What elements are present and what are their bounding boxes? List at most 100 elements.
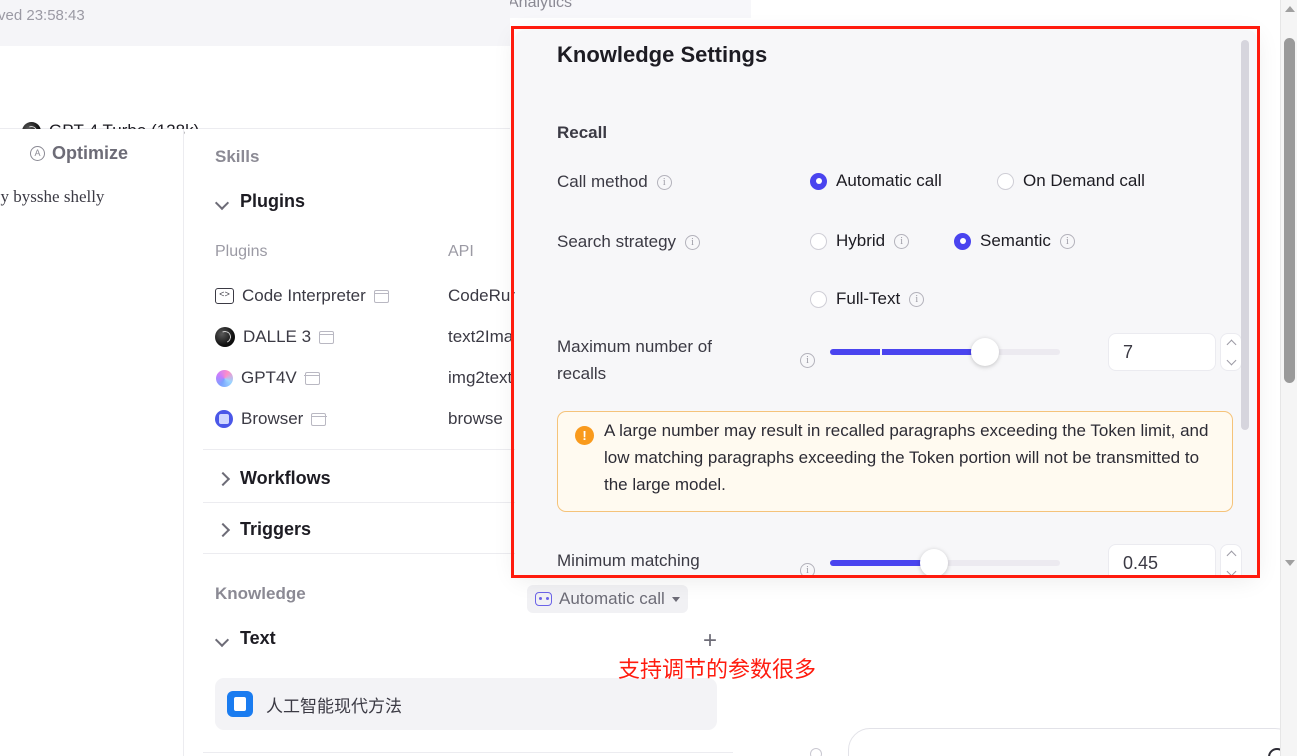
radio-full-text[interactable]: Full-Text i <box>810 289 925 309</box>
scroll-up-icon[interactable] <box>1281 0 1297 17</box>
group-plugins[interactable]: Plugins <box>216 191 305 212</box>
bot-icon <box>535 592 552 606</box>
info-icon[interactable]: i <box>685 234 701 250</box>
store-icon[interactable] <box>304 371 321 385</box>
radio-on-demand-call[interactable]: On Demand call <box>997 171 1145 191</box>
group-triggers[interactable]: Triggers <box>216 519 311 540</box>
chat-input-box[interactable] <box>848 728 1297 756</box>
store-icon[interactable] <box>311 412 327 426</box>
document-icon <box>227 691 253 717</box>
radio-label: Hybrid <box>836 231 886 250</box>
radio-indicator <box>954 232 971 250</box>
dalle-icon <box>215 327 235 347</box>
max-recalls-stepper[interactable] <box>1220 333 1242 371</box>
knowledge-item-label: 人工智能现代方法 <box>266 696 402 716</box>
plugin-api: img2text <box>448 368 513 387</box>
store-icon[interactable] <box>373 289 390 303</box>
attachment-icon[interactable] <box>810 748 822 756</box>
recall-section-label: Recall <box>557 123 608 142</box>
chevron-down-icon <box>216 195 229 208</box>
search-strategy-row-label: Search strategy i <box>557 232 701 252</box>
browser-icon <box>215 410 233 428</box>
dialog-scrollbar[interactable] <box>1241 40 1249 566</box>
group-plugins-label: Plugins <box>240 191 306 211</box>
max-recalls-label: Maximum number of recalls <box>557 337 712 383</box>
plugin-row-code-interpreter[interactable]: <> Code Interpreter <box>215 286 390 306</box>
min-matching-label: Minimum matching <box>557 551 700 570</box>
plugin-api: CodeRun <box>448 286 520 305</box>
model-bar: GPT-4 Turbo (128k) <box>0 46 510 141</box>
plugin-name: DALLE 3 <box>243 327 312 346</box>
chevron-right-icon <box>216 472 229 485</box>
skills-section-label: Skills <box>215 147 260 166</box>
info-icon[interactable]: i <box>894 233 910 249</box>
prompt-column: A Optimize cy bysshe shelly <box>0 129 184 756</box>
radio-label: Semantic <box>980 231 1051 250</box>
group-text-label: Text <box>240 628 276 648</box>
radio-semantic[interactable]: Semantic i <box>954 231 1075 251</box>
plugin-row-browser[interactable]: Browser <box>215 409 327 429</box>
chevron-down-icon <box>671 596 680 602</box>
plugin-api: text2Ima <box>448 327 514 346</box>
group-workflows[interactable]: Workflows <box>216 468 331 489</box>
plugin-row-dalle3[interactable]: DALLE 3 <box>215 327 335 347</box>
stepper-up-icon[interactable] <box>1227 550 1236 559</box>
min-matching-slider-fill <box>830 560 934 566</box>
info-icon[interactable]: i <box>800 563 815 576</box>
call-mode-chip[interactable]: Automatic call <box>527 585 688 613</box>
prompt-text: cy bysshe shelly <box>0 187 105 206</box>
store-icon[interactable] <box>318 330 335 344</box>
add-knowledge-button[interactable]: + <box>703 629 717 653</box>
info-icon[interactable]: i <box>800 353 815 368</box>
slider-tick <box>880 349 882 355</box>
radio-indicator <box>810 232 827 250</box>
radio-indicator <box>810 290 827 308</box>
max-recalls-input[interactable]: 7 <box>1108 333 1216 371</box>
chevron-right-icon <box>216 523 229 536</box>
col-header-api: API <box>448 243 474 260</box>
radio-indicator <box>997 172 1014 190</box>
dialog-scrollbar-thumb[interactable] <box>1241 40 1249 430</box>
warning-text: A large number may result in recalled pa… <box>604 421 1209 494</box>
call-method-row-label: Call method i <box>557 172 672 192</box>
max-recalls-slider-fill <box>830 349 986 355</box>
page-scrollbar[interactable] <box>1280 0 1297 756</box>
group-text[interactable]: Text <box>216 628 276 649</box>
info-icon[interactable]: i <box>909 291 925 307</box>
radio-hybrid[interactable]: Hybrid i <box>810 231 910 251</box>
radio-label: Automatic call <box>836 171 942 190</box>
group-triggers-label: Triggers <box>240 519 312 539</box>
optimize-label: Optimize <box>52 143 129 163</box>
warning-icon: ! <box>575 426 594 445</box>
optimize-icon: A <box>30 146 45 161</box>
code-interpreter-icon: <> <box>215 288 234 304</box>
min-matching-slider-thumb[interactable] <box>920 549 948 576</box>
radio-label: Full-Text <box>836 289 901 308</box>
stepper-down-icon[interactable] <box>1227 357 1236 366</box>
tab-analytics[interactable]: Analytics <box>508 0 572 12</box>
info-icon[interactable]: i <box>656 174 672 190</box>
stepper-up-icon[interactable] <box>1227 339 1236 348</box>
left-header: ved 23:58:43 <box>0 0 510 46</box>
radio-automatic-call[interactable]: Automatic call <box>810 171 942 191</box>
plugin-row-gpt4v[interactable]: GPT4V <box>216 368 321 388</box>
call-mode-label: Automatic call <box>559 589 665 608</box>
optimize-button[interactable]: A Optimize <box>30 143 128 164</box>
annotation-text: 支持调节的参数很多 <box>618 658 817 683</box>
min-matching-input[interactable]: 0.45 <box>1108 544 1216 576</box>
dialog-title: Knowledge Settings <box>557 42 768 67</box>
page-scrollbar-thumb[interactable] <box>1284 38 1295 383</box>
chevron-down-icon <box>216 632 229 645</box>
plugin-name: Browser <box>241 409 304 428</box>
stepper-down-icon[interactable] <box>1227 568 1236 577</box>
gpt4v-icon <box>216 369 233 387</box>
knowledge-item[interactable]: 人工智能现代方法 <box>215 678 717 730</box>
plugin-api: browse <box>448 409 503 428</box>
info-icon[interactable]: i <box>1059 233 1075 249</box>
divider <box>203 752 733 753</box>
max-recalls-slider-thumb[interactable] <box>971 338 999 366</box>
knowledge-section-label: Knowledge <box>215 584 306 603</box>
radio-indicator <box>810 172 827 190</box>
scroll-down-icon[interactable] <box>1281 554 1297 571</box>
min-matching-stepper[interactable] <box>1220 544 1242 576</box>
